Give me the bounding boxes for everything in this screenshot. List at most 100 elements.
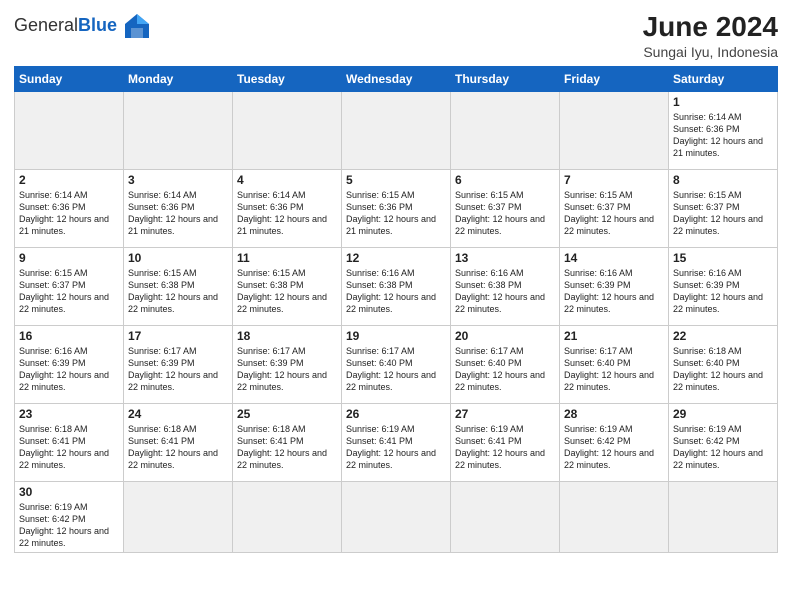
- cal-cell: 10 Sunrise: 6:15 AM Sunset: 6:38 PM Dayli…: [124, 247, 233, 325]
- cal-cell: [124, 481, 233, 553]
- cal-cell: 21Sunrise: 6:17 AM Sunset: 6:40 PM Dayli…: [560, 325, 669, 403]
- date-number: 11: [237, 251, 337, 265]
- date-number: 28: [564, 407, 664, 421]
- logo-icon: [121, 10, 153, 42]
- cell-info: Sunrise: 6:14 AM Sunset: 6:36 PM Dayligh…: [673, 111, 773, 160]
- date-number: 8: [673, 173, 773, 187]
- date-number: 26: [346, 407, 446, 421]
- cell-info: Sunrise: 6:15 AM Sunset: 6:38 PM Dayligh…: [128, 267, 228, 316]
- cell-info: Sunrise: 6:14 AM Sunset: 6:36 PM Dayligh…: [128, 189, 228, 238]
- cell-info: Sunrise: 6:15 AM Sunset: 6:37 PM Dayligh…: [19, 267, 119, 316]
- cell-info: Sunrise: 6:15 AM Sunset: 6:38 PM Dayligh…: [237, 267, 337, 316]
- cal-cell: 22Sunrise: 6:18 AM Sunset: 6:40 PM Dayli…: [669, 325, 778, 403]
- header-wednesday: Wednesday: [342, 66, 451, 91]
- cal-cell: 15 Sunrise: 6:16 AM Sunset: 6:39 PM Dayli…: [669, 247, 778, 325]
- date-number: 13: [455, 251, 555, 265]
- header-row: Sunday Monday Tuesday Wednesday Thursday…: [15, 66, 778, 91]
- page: GeneralBlue June 2024 Sungai Iyu, Indone…: [0, 0, 792, 612]
- cal-cell: [233, 91, 342, 169]
- date-number: 27: [455, 407, 555, 421]
- cell-info: Sunrise: 6:15 AM Sunset: 6:37 PM Dayligh…: [455, 189, 555, 238]
- week-row-2: 9 Sunrise: 6:15 AM Sunset: 6:37 PM Daylig…: [15, 247, 778, 325]
- header-sunday: Sunday: [15, 66, 124, 91]
- date-number: 23: [19, 407, 119, 421]
- cal-cell: [451, 481, 560, 553]
- cal-cell: 12Sunrise: 6:16 AM Sunset: 6:38 PM Dayli…: [342, 247, 451, 325]
- date-number: 10: [128, 251, 228, 265]
- cell-info: Sunrise: 6:17 AM Sunset: 6:40 PM Dayligh…: [455, 345, 555, 394]
- date-number: 6: [455, 173, 555, 187]
- cell-info: Sunrise: 6:18 AM Sunset: 6:41 PM Dayligh…: [19, 423, 119, 472]
- logo-text: GeneralBlue: [14, 16, 117, 36]
- week-row-1: 2 Sunrise: 6:14 AM Sunset: 6:36 PM Daylig…: [15, 169, 778, 247]
- cal-cell: 8 Sunrise: 6:15 AM Sunset: 6:37 PM Daylig…: [669, 169, 778, 247]
- cal-cell: 17Sunrise: 6:17 AM Sunset: 6:39 PM Dayli…: [124, 325, 233, 403]
- cell-info: Sunrise: 6:18 AM Sunset: 6:41 PM Dayligh…: [128, 423, 228, 472]
- cell-info: Sunrise: 6:14 AM Sunset: 6:36 PM Dayligh…: [19, 189, 119, 238]
- header-tuesday: Tuesday: [233, 66, 342, 91]
- cal-cell: 26 Sunrise: 6:19 AM Sunset: 6:41 PM Dayli…: [342, 403, 451, 481]
- date-number: 15: [673, 251, 773, 265]
- cal-cell: 2 Sunrise: 6:14 AM Sunset: 6:36 PM Daylig…: [15, 169, 124, 247]
- cal-cell: 11 Sunrise: 6:15 AM Sunset: 6:38 PM Dayli…: [233, 247, 342, 325]
- calendar-table: Sunday Monday Tuesday Wednesday Thursday…: [14, 66, 778, 554]
- cal-cell: 30Sunrise: 6:19 AM Sunset: 6:42 PM Dayli…: [15, 481, 124, 553]
- date-number: 12: [346, 251, 446, 265]
- cell-info: Sunrise: 6:19 AM Sunset: 6:41 PM Dayligh…: [455, 423, 555, 472]
- cal-cell: 14Sunrise: 6:16 AM Sunset: 6:39 PM Dayli…: [560, 247, 669, 325]
- cell-info: Sunrise: 6:15 AM Sunset: 6:37 PM Dayligh…: [564, 189, 664, 238]
- cal-cell: 9 Sunrise: 6:15 AM Sunset: 6:37 PM Daylig…: [15, 247, 124, 325]
- logo: GeneralBlue: [14, 10, 153, 42]
- date-number: 25: [237, 407, 337, 421]
- header-friday: Friday: [560, 66, 669, 91]
- month-year: June 2024: [643, 10, 778, 44]
- date-number: 22: [673, 329, 773, 343]
- date-number: 1: [673, 95, 773, 109]
- cal-cell: 20 Sunrise: 6:17 AM Sunset: 6:40 PM Dayli…: [451, 325, 560, 403]
- cell-info: Sunrise: 6:16 AM Sunset: 6:38 PM Dayligh…: [455, 267, 555, 316]
- date-number: 2: [19, 173, 119, 187]
- cal-cell: 23 Sunrise: 6:18 AM Sunset: 6:41 PM Dayli…: [15, 403, 124, 481]
- cal-cell: [560, 481, 669, 553]
- cal-cell: 24 Sunrise: 6:18 AM Sunset: 6:41 PM Dayli…: [124, 403, 233, 481]
- date-number: 17: [128, 329, 228, 343]
- cell-info: Sunrise: 6:15 AM Sunset: 6:37 PM Dayligh…: [673, 189, 773, 238]
- date-number: 29: [673, 407, 773, 421]
- date-number: 9: [19, 251, 119, 265]
- cal-cell: 1 Sunrise: 6:14 AM Sunset: 6:36 PM Daylig…: [669, 91, 778, 169]
- date-number: 20: [455, 329, 555, 343]
- week-row-0: 1 Sunrise: 6:14 AM Sunset: 6:36 PM Daylig…: [15, 91, 778, 169]
- cal-cell: [342, 91, 451, 169]
- date-number: 24: [128, 407, 228, 421]
- week-row-4: 23 Sunrise: 6:18 AM Sunset: 6:41 PM Dayli…: [15, 403, 778, 481]
- cal-cell: 28 Sunrise: 6:19 AM Sunset: 6:42 PM Dayli…: [560, 403, 669, 481]
- title-block: June 2024 Sungai Iyu, Indonesia: [643, 10, 778, 60]
- cell-info: Sunrise: 6:14 AM Sunset: 6:36 PM Dayligh…: [237, 189, 337, 238]
- cell-info: Sunrise: 6:16 AM Sunset: 6:39 PM Dayligh…: [564, 267, 664, 316]
- header-monday: Monday: [124, 66, 233, 91]
- week-row-5: 30Sunrise: 6:19 AM Sunset: 6:42 PM Dayli…: [15, 481, 778, 553]
- cal-cell: 19Sunrise: 6:17 AM Sunset: 6:40 PM Dayli…: [342, 325, 451, 403]
- date-number: 16: [19, 329, 119, 343]
- week-row-3: 16Sunrise: 6:16 AM Sunset: 6:39 PM Dayli…: [15, 325, 778, 403]
- cal-cell: 27 Sunrise: 6:19 AM Sunset: 6:41 PM Dayli…: [451, 403, 560, 481]
- date-number: 30: [19, 485, 119, 499]
- date-number: 3: [128, 173, 228, 187]
- cal-cell: 29Sunrise: 6:19 AM Sunset: 6:42 PM Dayli…: [669, 403, 778, 481]
- cell-info: Sunrise: 6:19 AM Sunset: 6:42 PM Dayligh…: [564, 423, 664, 472]
- cal-cell: 7Sunrise: 6:15 AM Sunset: 6:37 PM Daylig…: [560, 169, 669, 247]
- cal-cell: 18 Sunrise: 6:17 AM Sunset: 6:39 PM Dayli…: [233, 325, 342, 403]
- cell-info: Sunrise: 6:17 AM Sunset: 6:39 PM Dayligh…: [237, 345, 337, 394]
- cell-info: Sunrise: 6:19 AM Sunset: 6:41 PM Dayligh…: [346, 423, 446, 472]
- cell-info: Sunrise: 6:16 AM Sunset: 6:39 PM Dayligh…: [673, 267, 773, 316]
- cal-cell: [233, 481, 342, 553]
- cell-info: Sunrise: 6:17 AM Sunset: 6:40 PM Dayligh…: [564, 345, 664, 394]
- cal-cell: 13 Sunrise: 6:16 AM Sunset: 6:38 PM Dayli…: [451, 247, 560, 325]
- cal-cell: [560, 91, 669, 169]
- date-number: 18: [237, 329, 337, 343]
- cal-cell: [15, 91, 124, 169]
- location: Sungai Iyu, Indonesia: [643, 44, 778, 60]
- cal-cell: 25 Sunrise: 6:18 AM Sunset: 6:41 PM Dayli…: [233, 403, 342, 481]
- cell-info: Sunrise: 6:18 AM Sunset: 6:41 PM Dayligh…: [237, 423, 337, 472]
- cell-info: Sunrise: 6:15 AM Sunset: 6:36 PM Dayligh…: [346, 189, 446, 238]
